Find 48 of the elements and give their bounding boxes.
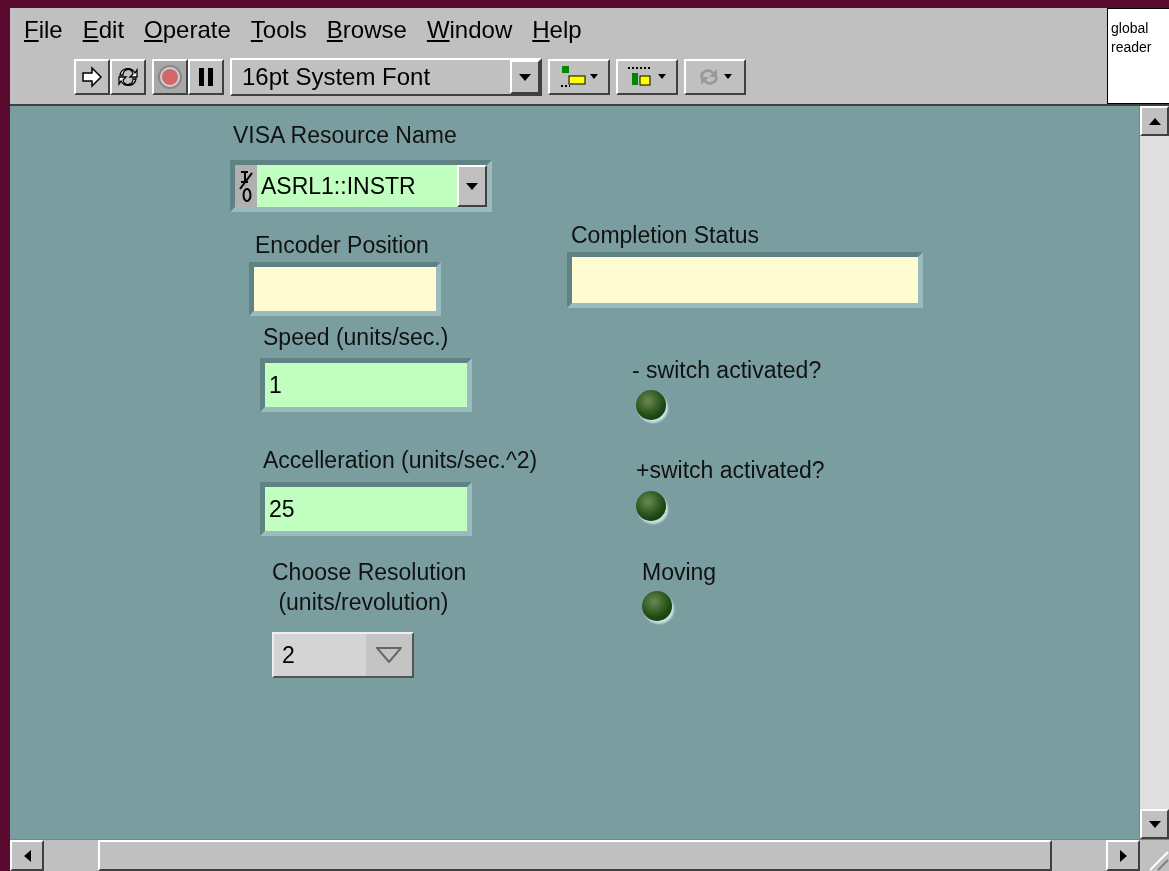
control-label: Encoder Position — [255, 231, 429, 260]
ring-selector[interactable]: 2 — [272, 632, 414, 678]
arrow-icon — [81, 66, 103, 88]
menu-item[interactable]: Tools — [240, 16, 317, 44]
stop-circle-icon — [157, 64, 183, 90]
numeric-field[interactable]: 25 — [260, 482, 472, 536]
scroll-thumb[interactable] — [98, 840, 1052, 871]
triangle-icon — [376, 647, 402, 663]
control-label: Completion Status — [571, 221, 759, 250]
menu-item[interactable]: Browse — [316, 16, 417, 44]
triangle-icon — [23, 849, 31, 862]
triangle-icon — [1119, 849, 1127, 862]
control-label: Accelleration (units/sec.^2) — [263, 446, 538, 475]
triangle-icon — [466, 182, 478, 190]
resource-selector[interactable]: ASRL1::INSTR — [230, 160, 492, 212]
scroll-down-button[interactable] — [1140, 809, 1169, 839]
control-label: Moving — [642, 558, 717, 587]
distribute-button[interactable] — [616, 59, 678, 95]
io-icon — [238, 169, 254, 203]
control-label: VISA Resource Name — [233, 121, 457, 150]
control-label: - switch activated? — [632, 356, 822, 385]
scroll-left-button[interactable] — [10, 840, 44, 871]
align-objects-icon — [558, 64, 600, 90]
triangle-icon — [1148, 117, 1161, 125]
triangle-icon — [519, 73, 531, 81]
control-label: +switch activated? — [636, 456, 825, 485]
scroll-right-button[interactable] — [1106, 840, 1140, 871]
triangle-icon — [1148, 820, 1161, 828]
menu-item[interactable]: Edit — [72, 16, 135, 44]
align-button[interactable] — [548, 59, 610, 95]
font-selector[interactable]: 16pt System Font — [230, 58, 542, 96]
reorder-button[interactable] — [684, 59, 746, 95]
pause-icon — [197, 67, 215, 87]
numeric-field[interactable]: 1 — [260, 358, 472, 412]
run-button[interactable] — [74, 59, 110, 95]
run-continuously-button[interactable] — [110, 59, 146, 95]
pause-button[interactable] — [188, 59, 224, 95]
menu-item[interactable]: Help — [522, 16, 592, 44]
control-label: Choose Resolution (units/revolution) — [272, 558, 467, 617]
menu-item[interactable]: Operate — [134, 16, 241, 44]
menu-item[interactable]: File — [14, 16, 73, 44]
control-label: Speed (units/sec.) — [263, 323, 449, 352]
menu-item[interactable]: Window — [416, 16, 523, 44]
context-text: reader — [1111, 38, 1153, 57]
context-text: global — [1111, 19, 1150, 38]
abort-button[interactable] — [152, 59, 188, 95]
scroll-up-button[interactable] — [1140, 106, 1169, 136]
cycle-arrows-icon — [116, 65, 140, 89]
